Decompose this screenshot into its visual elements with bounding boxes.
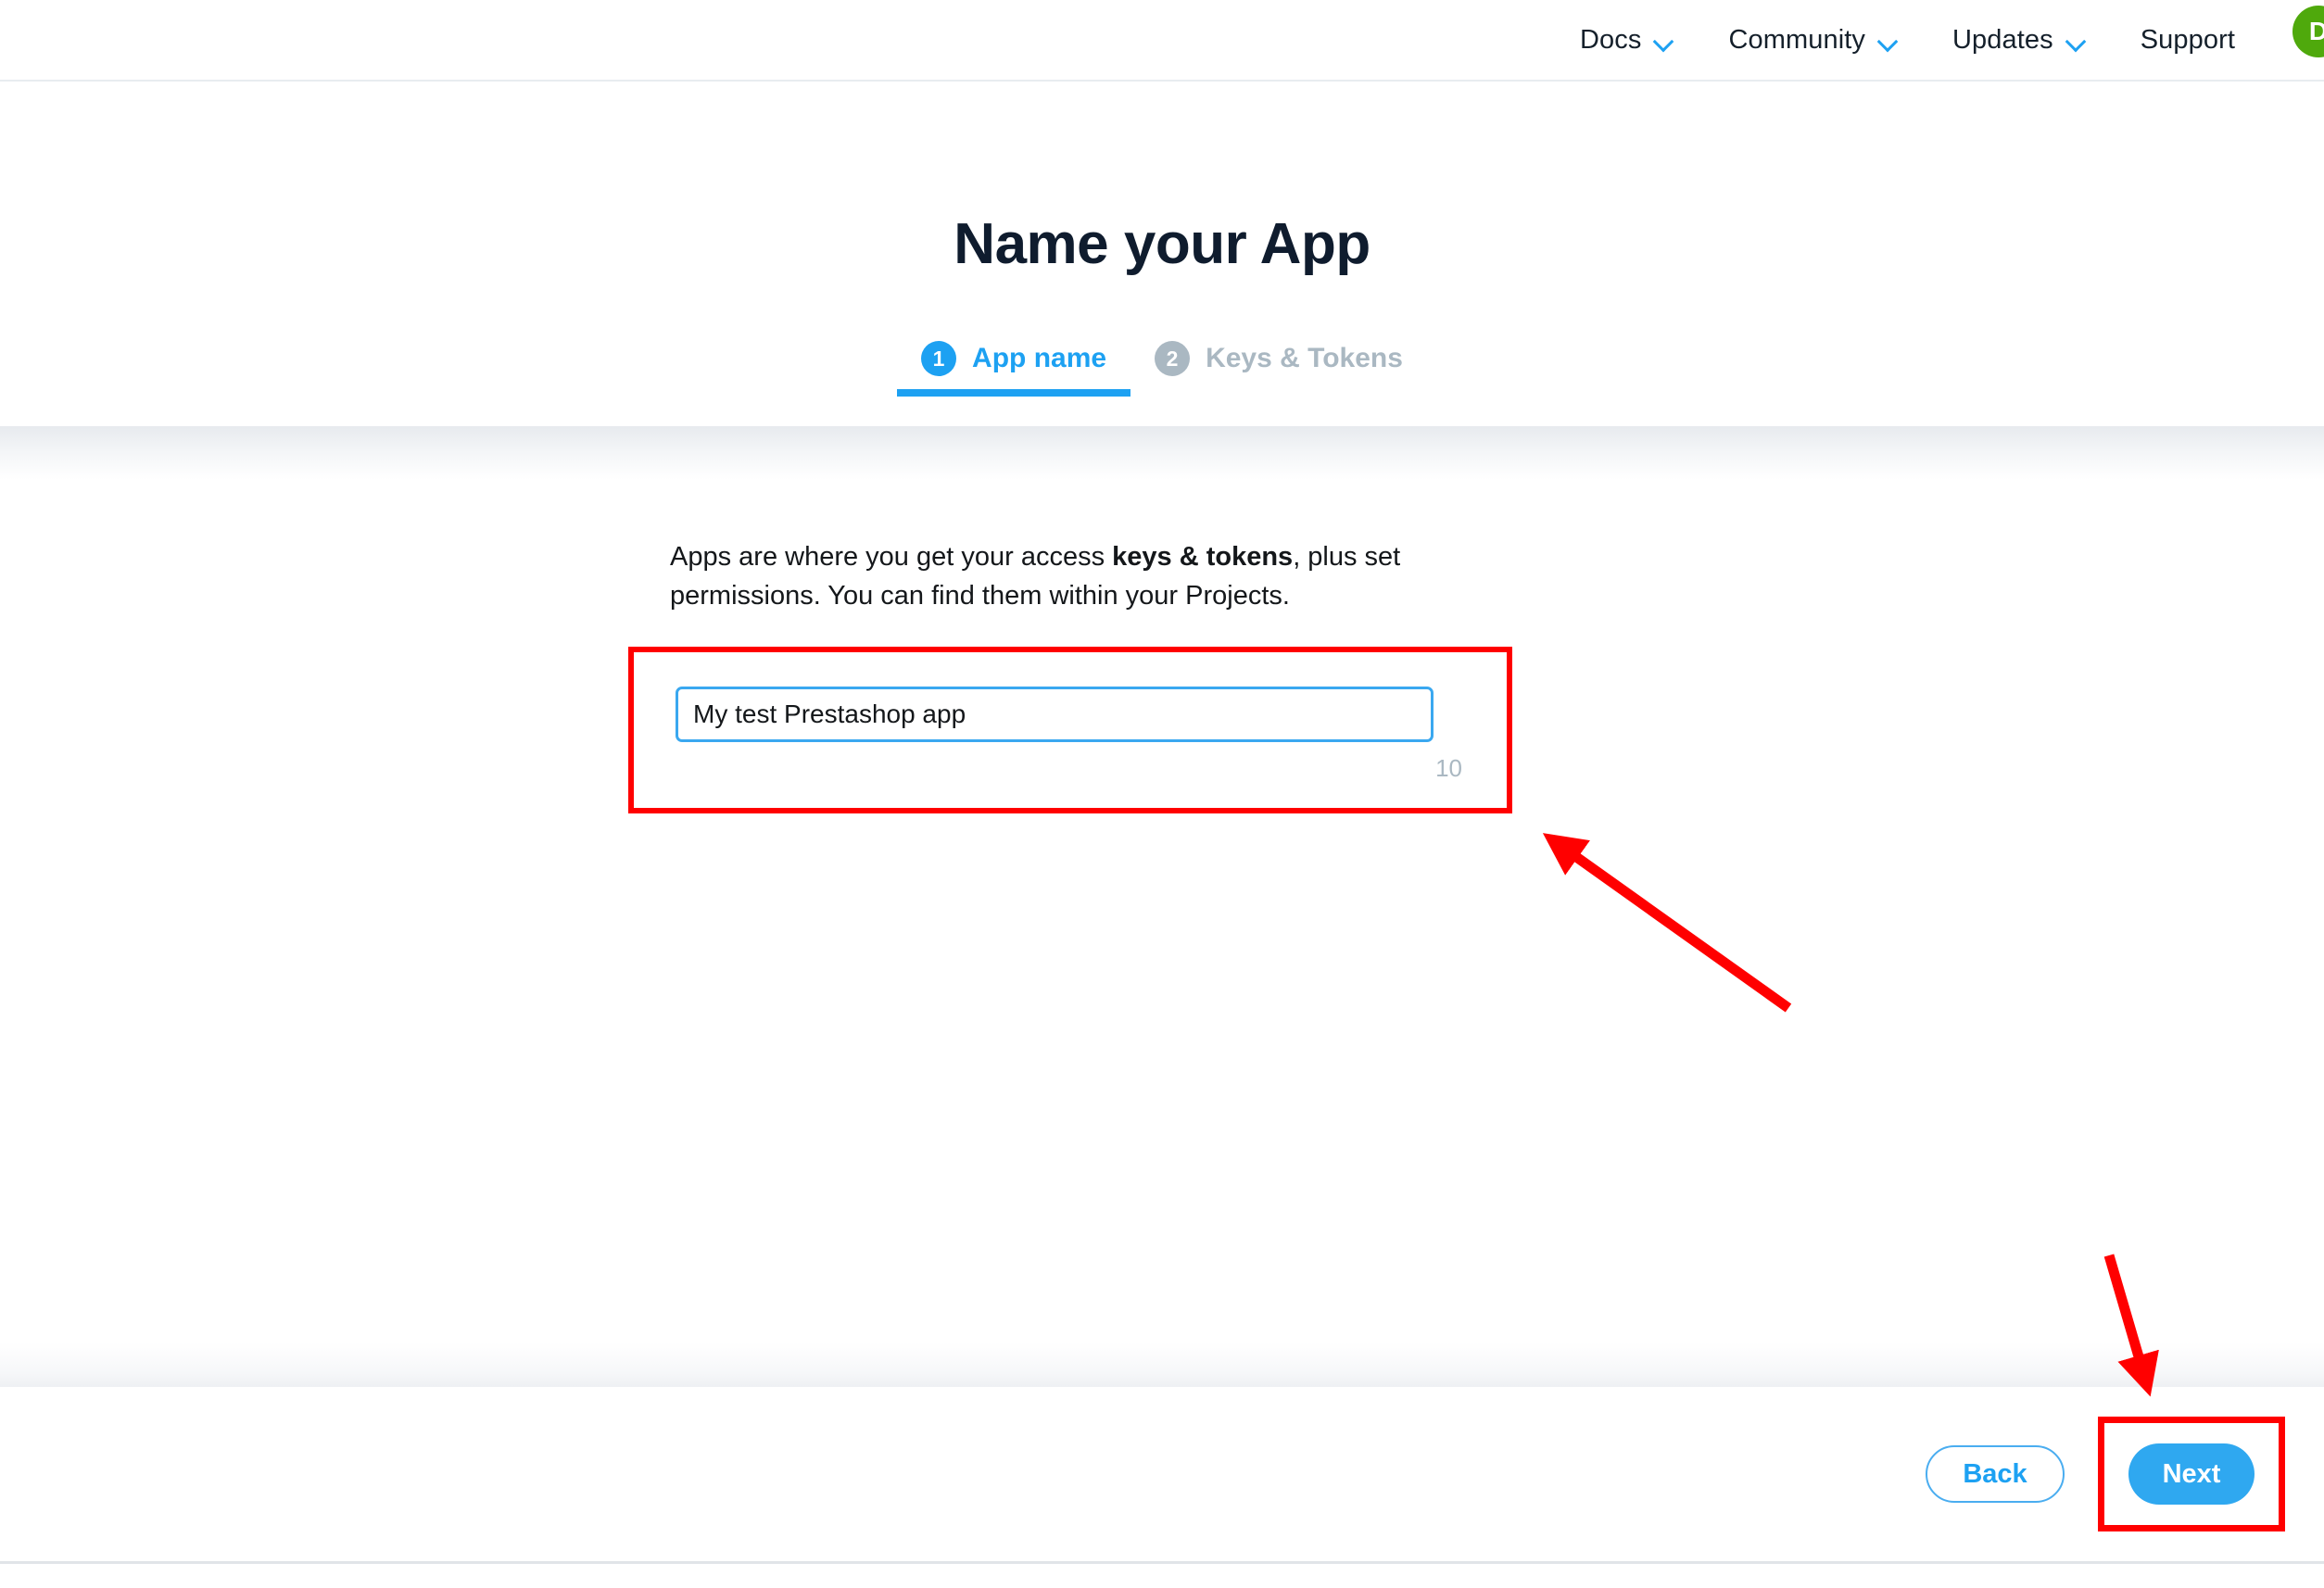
nav-item-community-label: Community — [1728, 24, 1865, 55]
app-name-form: Apps are where you get your access keys … — [670, 537, 1560, 615]
tab-keys-and-tokens[interactable]: 2 Keys & Tokens — [1130, 341, 1427, 397]
main-content: Apps are where you get your access keys … — [0, 426, 2324, 1387]
form-description-bold: keys & tokens — [1112, 542, 1294, 572]
app-name-field-highlight: 10 — [628, 647, 1512, 813]
footer-actions: Back Next — [1926, 1417, 2285, 1531]
form-description-part1: Apps are where you get your access — [670, 542, 1113, 572]
page-header-block: Name your App 1 App name 2 Keys & Tokens — [0, 82, 2324, 426]
back-button[interactable]: Back — [1926, 1445, 2065, 1503]
content-top-shadow — [0, 426, 2324, 480]
chevron-down-icon — [1878, 34, 1897, 45]
chevron-down-icon — [2066, 34, 2085, 45]
footer-top-shadow — [0, 1342, 2324, 1387]
tab-app-name[interactable]: 1 App name — [897, 341, 1131, 397]
nav-item-updates[interactable]: Updates — [1925, 0, 2113, 80]
footer-divider — [0, 1561, 2324, 1564]
top-header: Docs Community Updates Support D — [0, 0, 2324, 82]
step-number-badge-2: 2 — [1155, 341, 1191, 376]
step-number-badge-1: 1 — [921, 341, 957, 376]
nav-item-support[interactable]: Support — [2113, 0, 2263, 80]
nav-item-community[interactable]: Community — [1700, 0, 1925, 80]
avatar[interactable]: D — [2292, 6, 2324, 57]
nav-item-docs-label: Docs — [1579, 24, 1642, 55]
nav-item-support-label: Support — [2140, 24, 2235, 55]
char-count-label: 10 — [1435, 754, 1462, 782]
nav-item-updates-label: Updates — [1952, 24, 2053, 55]
tab-keys-and-tokens-label: Keys & Tokens — [1206, 343, 1403, 373]
step-tabs: 1 App name 2 Keys & Tokens — [0, 341, 2324, 397]
app-name-input[interactable] — [676, 687, 1434, 742]
page-title: Name your App — [954, 212, 1370, 276]
avatar-initial: D — [2308, 17, 2324, 45]
nav-item-docs[interactable]: Docs — [1552, 0, 1700, 80]
footer-bar: Back Next — [0, 1342, 2324, 1561]
next-button-highlight: Next — [2098, 1417, 2285, 1531]
form-description: Apps are where you get your access keys … — [670, 537, 1411, 615]
chevron-down-icon — [1654, 34, 1673, 45]
main-navigation: Docs Community Updates Support — [1552, 0, 2263, 80]
tab-app-name-label: App name — [972, 343, 1107, 373]
next-button[interactable]: Next — [2128, 1443, 2255, 1505]
